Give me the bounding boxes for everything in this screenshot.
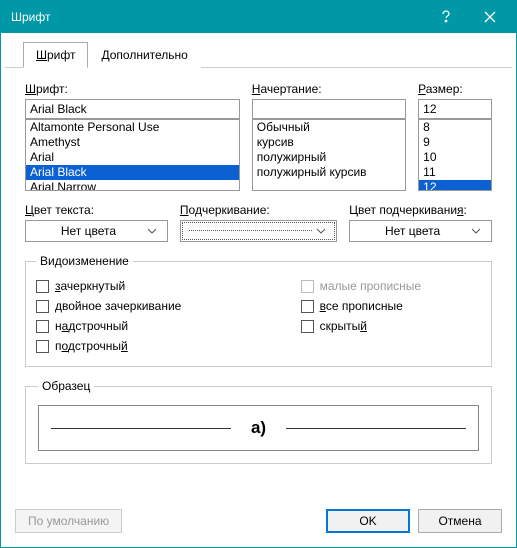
list-item[interactable]: 9	[419, 135, 491, 150]
checkbox-dstrike[interactable]: двойное зачеркивание	[36, 299, 289, 313]
checkbox-icon	[301, 280, 314, 293]
button-ok[interactable]: OK	[326, 509, 410, 533]
font-label: Шрифт:	[25, 82, 240, 96]
list-item[interactable]: Обычный	[253, 120, 405, 135]
tab-font[interactable]: Шрифт	[23, 42, 88, 68]
list-item[interactable]: курсив	[253, 135, 405, 150]
checkbox-icon	[36, 320, 49, 333]
list-item[interactable]: 12	[419, 180, 491, 191]
preview-box: a)	[38, 405, 479, 451]
button-default: По умолчанию	[15, 509, 122, 533]
list-item[interactable]: Altamonte Personal Use	[26, 120, 239, 135]
checkbox-allcaps[interactable]: все прописные	[301, 299, 481, 313]
tabs: Шрифт Дополнительно	[5, 35, 512, 68]
window-title: Шрифт	[11, 10, 424, 24]
underline-color-label: Цвет подчеркивания:	[349, 203, 492, 217]
chevron-down-icon	[471, 228, 487, 234]
chevron-down-icon	[316, 228, 332, 234]
size-listbox[interactable]: 89101112	[418, 119, 492, 191]
help-button[interactable]	[424, 1, 468, 33]
underline-combo[interactable]	[180, 220, 337, 242]
font-color-label: Цвет текста:	[25, 203, 168, 217]
style-input[interactable]	[252, 99, 406, 119]
list-item[interactable]: полужирный	[253, 150, 405, 165]
list-item[interactable]: 10	[419, 150, 491, 165]
preview-text: a)	[243, 418, 274, 438]
size-input[interactable]	[418, 99, 492, 119]
style-listbox[interactable]: Обычныйкурсивполужирныйполужирный курсив	[252, 119, 406, 191]
underline-color-combo[interactable]: Нет цвета	[349, 220, 492, 242]
style-label: Начертание:	[252, 82, 406, 96]
list-item[interactable]: полужирный курсив	[253, 165, 405, 180]
checkbox-icon	[301, 320, 314, 333]
preview-group: Образец a)	[25, 379, 492, 464]
font-input[interactable]	[25, 99, 240, 119]
list-item[interactable]: Arial	[26, 150, 239, 165]
checkbox-icon	[301, 300, 314, 313]
checkbox-strike[interactable]: зачеркнутый	[36, 279, 289, 293]
content: Шрифт: Altamonte Personal UseAmethystAri…	[1, 68, 516, 499]
list-item[interactable]: Amethyst	[26, 135, 239, 150]
checkbox-hidden[interactable]: скрытый	[301, 319, 481, 333]
tab-advanced[interactable]: Дополнительно	[88, 42, 200, 68]
checkbox-super[interactable]: надстрочный	[36, 319, 289, 333]
tab-advanced-label: Дополнительно	[101, 48, 187, 62]
chevron-down-icon	[147, 228, 163, 234]
checkbox-icon	[36, 300, 49, 313]
tab-font-label: рифт	[47, 48, 75, 62]
underline-swatch	[189, 230, 312, 232]
size-label: Размер:	[418, 82, 492, 96]
titlebar: Шрифт	[1, 1, 516, 33]
effects-group: Видоизменение зачеркнутый двойное зачерк…	[25, 254, 492, 367]
checkbox-icon	[36, 280, 49, 293]
font-listbox[interactable]: Altamonte Personal UseAmethystArialArial…	[25, 119, 240, 191]
font-dialog: Шрифт Шрифт Дополнительно Шрифт: Altamon…	[0, 0, 517, 548]
list-item[interactable]: 11	[419, 165, 491, 180]
underline-label: Подчеркивание:	[180, 203, 337, 217]
checkbox-smallcaps: малые прописные	[301, 279, 481, 293]
button-cancel[interactable]: Отмена	[418, 509, 502, 533]
checkbox-sub[interactable]: подстрочный	[36, 339, 289, 353]
checkbox-icon	[36, 340, 49, 353]
footer: По умолчанию OK Отмена	[1, 499, 516, 547]
effects-legend: Видоизменение	[36, 254, 133, 268]
font-color-combo[interactable]: Нет цвета	[25, 220, 168, 242]
list-item[interactable]: 8	[419, 120, 491, 135]
close-button[interactable]	[468, 1, 512, 33]
list-item[interactable]: Arial Narrow	[26, 180, 239, 191]
list-item[interactable]: Arial Black	[26, 165, 239, 180]
preview-legend: Образец	[38, 379, 94, 393]
